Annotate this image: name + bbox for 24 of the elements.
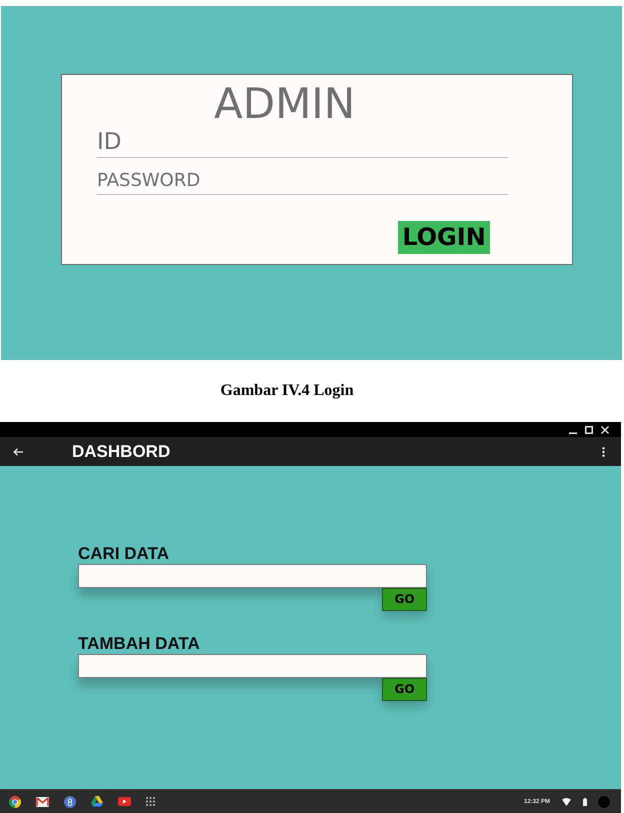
go-button[interactable]: GO [382, 678, 427, 701]
figure-caption: Gambar IV.4 Login [220, 381, 354, 401]
field-label: TAMBAH DATA [78, 634, 200, 654]
play-icon[interactable] [118, 797, 131, 806]
id-field[interactable]: ID [97, 128, 508, 158]
maximize-icon[interactable] [585, 426, 593, 434]
input-field[interactable] [78, 654, 427, 678]
app-grid-icon[interactable] [146, 797, 155, 806]
disc-icon[interactable] [64, 796, 76, 808]
segmented-circle-icon[interactable] [9, 796, 21, 808]
back-icon[interactable] [13, 448, 23, 456]
go-button[interactable]: GO [382, 588, 427, 611]
battery-icon[interactable] [583, 798, 587, 806]
field-label: CARI DATA [78, 544, 169, 564]
close-icon[interactable] [601, 426, 609, 434]
login-title: ADMIN [214, 80, 356, 128]
triangle-icon[interactable] [91, 796, 103, 807]
password-field[interactable]: PASSWORD [97, 166, 508, 195]
login-button[interactable]: LOGIN [398, 221, 490, 254]
envelope-icon[interactable] [36, 796, 49, 806]
more-menu-icon[interactable] [602, 446, 605, 456]
wifi-icon[interactable] [562, 798, 571, 806]
app-title: DASHBORD [72, 440, 170, 462]
input-field[interactable] [78, 564, 427, 588]
